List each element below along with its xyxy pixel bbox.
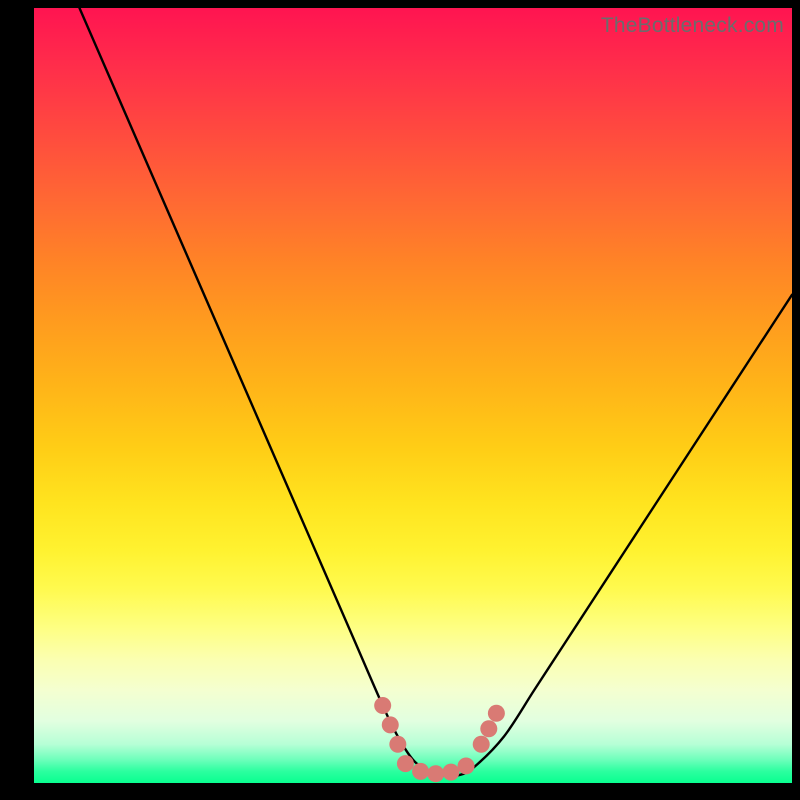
marker-bottom-1 — [397, 755, 414, 772]
marker-group — [374, 697, 505, 782]
marker-cluster-left-1 — [374, 697, 391, 714]
marker-cluster-right-3 — [488, 705, 505, 722]
marker-cluster-right-2 — [480, 720, 497, 737]
marker-bottom-3 — [427, 765, 444, 782]
marker-cluster-left-3 — [389, 736, 406, 753]
chart-frame: TheBottleneck.com — [0, 0, 800, 800]
marker-cluster-left-2 — [382, 716, 399, 733]
marker-bottom-4 — [442, 764, 459, 781]
bottleneck-curve — [79, 8, 792, 776]
chart-svg — [34, 8, 792, 783]
marker-cluster-right-1 — [473, 736, 490, 753]
marker-bottom-2 — [412, 763, 429, 780]
marker-bottom-5 — [458, 757, 475, 774]
bottleneck-curve-path — [79, 8, 792, 776]
plot-area: TheBottleneck.com — [34, 8, 792, 783]
